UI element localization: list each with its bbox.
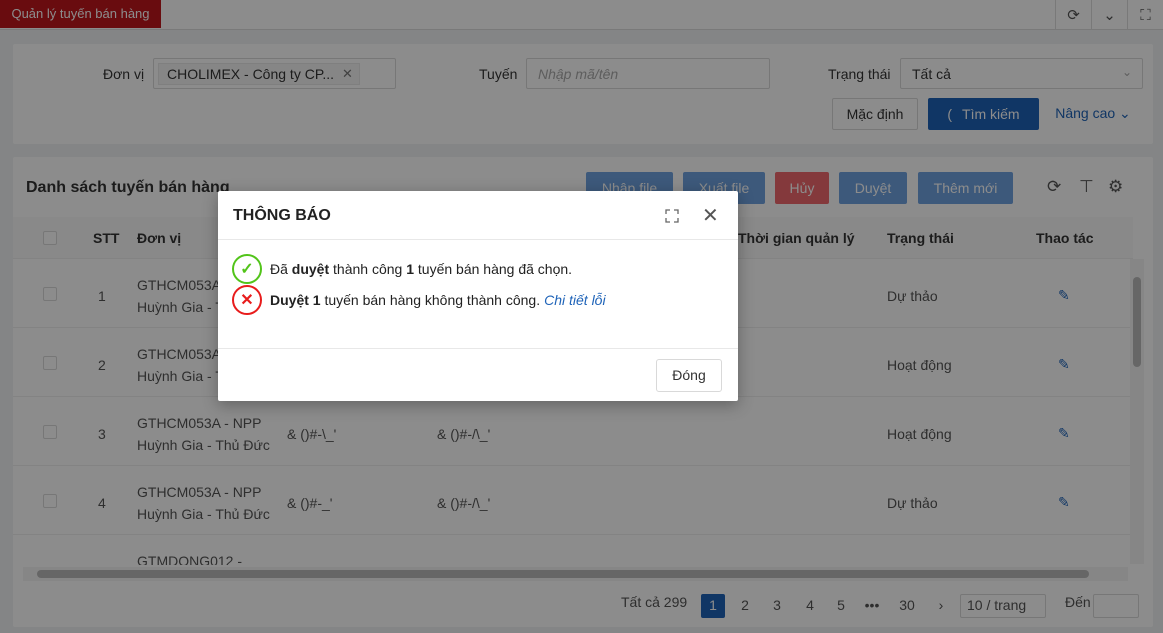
modal-footer: Đóng	[218, 348, 738, 401]
close-button[interactable]: Đóng	[656, 359, 722, 392]
success-mid: thành công	[333, 261, 403, 277]
error-text: Duyệt 1 tuyến bán hàng không thành công.	[270, 292, 540, 308]
success-pre: Đã	[270, 261, 288, 277]
error-detail-link[interactable]: Chi tiết lỗi	[544, 292, 605, 308]
success-count: 1	[406, 261, 415, 277]
error-post: tuyến bán hàng không thành công.	[324, 292, 541, 308]
success-text: Đã duyệt thành công 1 tuyến bán hàng đã …	[270, 261, 572, 277]
error-circle-icon: ✕	[232, 285, 262, 315]
close-icon[interactable]: ✕	[702, 206, 719, 226]
error-bold: Duyệt 1	[270, 292, 321, 308]
modal-header: THÔNG BÁO ✕	[218, 191, 738, 240]
error-message: ✕ Duyệt 1 tuyến bán hàng không thành côn…	[232, 285, 606, 315]
success-post: tuyến bán hàng đã chọn.	[417, 261, 573, 277]
expand-icon[interactable]	[664, 208, 680, 224]
notification-modal: THÔNG BÁO ✕ ✓ Đã duyệt thành công 1 tuyế…	[218, 191, 738, 401]
modal-title: THÔNG BÁO	[233, 207, 331, 224]
check-circle-icon: ✓	[232, 254, 262, 284]
success-bold-approve: duyệt	[291, 261, 330, 277]
success-message: ✓ Đã duyệt thành công 1 tuyến bán hàng đ…	[232, 254, 572, 284]
